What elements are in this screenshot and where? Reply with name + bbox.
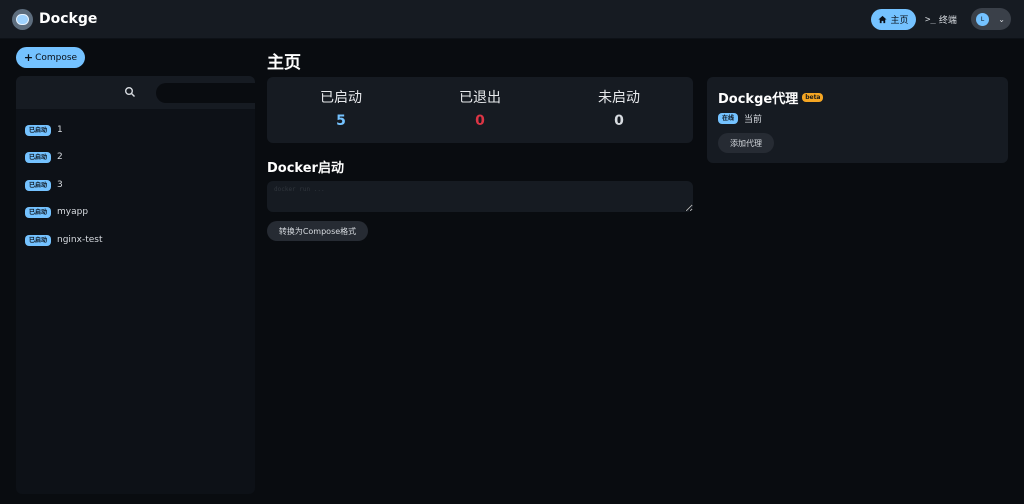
online-badge: 在线 <box>718 113 739 124</box>
nav-terminal-label: 终端 <box>938 16 957 26</box>
status-badge: 已启动 <box>25 151 52 163</box>
agents-card: Dockge代理 beta 在线 当前 添加代理 <box>707 77 1008 163</box>
brand-name: Dockge <box>39 11 98 27</box>
stat-inactive: 未启动 0 <box>569 87 669 129</box>
search-icon <box>125 87 135 97</box>
stat-inactive-label: 未启动 <box>598 90 640 106</box>
convert-to-compose-button[interactable]: 转换为Compose格式 <box>267 221 368 241</box>
avatar: L <box>976 12 989 26</box>
agents-title-text: Dockge代理 <box>718 92 799 107</box>
brand[interactable]: Dockge <box>12 8 97 30</box>
docker-run-input[interactable] <box>267 181 693 212</box>
nav-home-button[interactable]: 主页 <box>871 9 916 30</box>
stat-exited-value: 0 <box>475 113 485 129</box>
stack-item[interactable]: 已启动 3 <box>25 178 63 192</box>
compose-button[interactable]: + Compose <box>16 47 85 68</box>
stats-card: 已启动 5 已退出 0 未启动 0 <box>267 77 693 143</box>
search-bar <box>16 76 255 109</box>
stack-name: 3 <box>57 180 63 190</box>
status-badge: 已启动 <box>25 179 52 191</box>
stat-running-label: 已启动 <box>320 90 362 106</box>
stack-list-panel: 已启动 1 已启动 2 已启动 3 已启动 myapp 已启动 nginx-te… <box>16 76 255 494</box>
stack-name: nginx-test <box>57 235 103 245</box>
terminal-icon: >_ <box>925 14 936 25</box>
stack-item[interactable]: 已启动 1 <box>25 123 63 137</box>
stat-running: 已启动 5 <box>291 87 391 129</box>
agent-item: 在线 当前 <box>718 112 762 125</box>
chevron-down-icon: ⌄ <box>998 14 1005 24</box>
page-title: 主页 <box>267 53 301 73</box>
stack-item[interactable]: 已启动 myapp <box>25 205 88 219</box>
profile-dropdown[interactable]: L ⌄ <box>971 8 1011 30</box>
add-agent-button[interactable]: 添加代理 <box>718 133 774 153</box>
top-navbar: Dockge 主页 >_ 终端 L ⌄ <box>0 0 1024 39</box>
stat-running-value: 5 <box>336 113 346 129</box>
beta-badge: beta <box>802 93 824 102</box>
agents-title: Dockge代理 beta <box>718 88 824 107</box>
search-input[interactable] <box>156 83 255 103</box>
stat-exited: 已退出 0 <box>430 87 530 129</box>
status-badge: 已启动 <box>25 124 52 136</box>
nav-home-label: 主页 <box>890 16 909 26</box>
compose-button-label: Compose <box>35 52 78 63</box>
docker-run-title: Docker启动 <box>267 161 344 176</box>
stack-name: myapp <box>57 207 89 217</box>
stat-inactive-value: 0 <box>614 113 624 129</box>
stack-item[interactable]: 已启动 nginx-test <box>25 233 103 247</box>
stat-exited-label: 已退出 <box>459 90 501 106</box>
stack-name: 2 <box>57 152 63 162</box>
home-icon <box>878 15 888 24</box>
stack-name: 1 <box>57 125 63 135</box>
stack-item[interactable]: 已启动 2 <box>25 150 63 164</box>
status-badge: 已启动 <box>25 234 52 246</box>
status-badge: 已启动 <box>25 206 52 218</box>
plus-icon: + <box>23 51 34 64</box>
nav-terminal-link[interactable]: >_ 终端 <box>925 9 957 30</box>
dockge-logo-icon <box>12 8 33 30</box>
agent-current-label: 当前 <box>744 115 763 125</box>
